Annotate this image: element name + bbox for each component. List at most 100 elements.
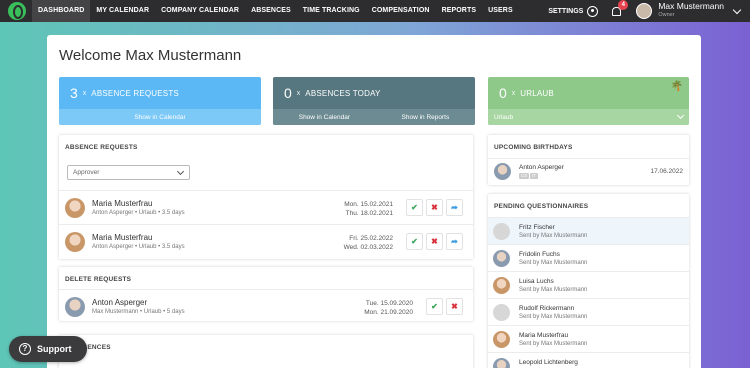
- gear-icon: [587, 5, 599, 17]
- card-title: 'S ABSENCES: [65, 344, 111, 351]
- date-range: Fri. 25.02.2022 Wed. 02.03.2022: [344, 234, 393, 252]
- sent-by: Sent by Max Mustermann: [519, 287, 588, 293]
- show-in-reports-link[interactable]: Show in Reports: [402, 114, 450, 121]
- avatar: [493, 304, 510, 321]
- palm-tree-icon: 🌴: [670, 81, 683, 92]
- tile-x: x: [82, 89, 87, 97]
- nav-users[interactable]: USERS: [482, 0, 519, 22]
- nav-dashboard[interactable]: DASHBOARD: [32, 0, 91, 22]
- tile-label: URLAUB: [520, 88, 554, 98]
- nav-absences[interactable]: ABSENCES: [245, 0, 297, 22]
- notifications-bell-icon[interactable]: 4: [610, 0, 629, 17]
- employee-name: Anton Asperger: [519, 164, 564, 171]
- show-in-calendar-link[interactable]: Show in Calendar: [134, 114, 185, 121]
- approver-select[interactable]: Approver: [67, 165, 190, 180]
- nav-my-calendar[interactable]: MY CALENDAR: [90, 0, 155, 22]
- employee-name: Maria Musterfrau: [92, 233, 153, 242]
- forward-button[interactable]: ➦: [446, 199, 463, 216]
- reject-button[interactable]: ✖: [446, 298, 463, 315]
- list-item[interactable]: Leopold Lichtenberg: [488, 352, 689, 368]
- card-title: UPCOMING BIRTHDAYS: [494, 144, 573, 151]
- tile-absence-requests: 3 x ABSENCE REQUESTS Show in Calendar: [59, 77, 261, 125]
- nav-time-tracking[interactable]: TIME TRACKING: [297, 0, 366, 22]
- settings-label: SETTINGS: [548, 7, 584, 15]
- list-item[interactable]: Fridolin Fuchs Sent by Max Mustermann: [488, 244, 689, 271]
- sent-by: Sent by Max Mustermann: [519, 233, 588, 239]
- request-details: Anton Asperger • Urlaub • 3.5 days: [92, 244, 185, 250]
- support-label: Support: [37, 344, 72, 354]
- nav-reports[interactable]: REPORTS: [436, 0, 483, 22]
- top-navbar: DASHBOARD MY CALENDAR COMPANY CALENDAR A…: [0, 0, 750, 22]
- list-item[interactable]: Anton Asperger CS IT 17.06.2022: [488, 158, 689, 184]
- nav-company-calendar[interactable]: COMPANY CALENDAR: [155, 0, 245, 22]
- approve-button[interactable]: ✔: [406, 233, 423, 250]
- avatar: [65, 232, 85, 252]
- list-item[interactable]: Fritz Fischer Sent by Max Mustermann: [488, 217, 689, 244]
- department-tag: IT: [530, 173, 538, 179]
- app-logo-icon[interactable]: [8, 2, 26, 20]
- forward-button[interactable]: ➦: [446, 233, 463, 250]
- approve-button[interactable]: ✔: [406, 199, 423, 216]
- tile-label: ABSENCE REQUESTS: [91, 88, 179, 98]
- date-to: Thu. 18.02.2021: [345, 210, 393, 217]
- dashboard-panel: Welcome Max Mustermann 3 x ABSENCE REQUE…: [47, 35, 701, 368]
- pending-questionnaires-card: PENDING QUESTIONNAIRES Fritz Fischer Sen…: [488, 194, 689, 368]
- user-menu[interactable]: Max Mustermann Owner: [658, 2, 724, 20]
- avatar: [65, 297, 85, 317]
- avatar: [494, 163, 511, 180]
- date-range: Mon. 15.02.2021 Thu. 18.02.2021: [344, 200, 393, 218]
- tile-x: x: [511, 89, 516, 97]
- employee-name: Maria Musterfrau: [92, 199, 153, 208]
- absence-type-dropdown[interactable]: Urlaub: [488, 109, 689, 125]
- tile-count: 0: [499, 85, 507, 101]
- upcoming-birthdays-card: UPCOMING BIRTHDAYS Anton Asperger CS IT …: [488, 135, 689, 185]
- reject-button[interactable]: ✖: [426, 233, 443, 250]
- avatar: [493, 358, 510, 368]
- department-tag: CS: [519, 173, 530, 179]
- date-from: Mon. 15.02.2021: [344, 201, 393, 208]
- list-item[interactable]: Luisa Luchs Sent by Max Mustermann: [488, 271, 689, 298]
- date-from: Fri. 25.02.2022: [349, 235, 393, 242]
- date-to: Wed. 02.03.2022: [343, 244, 393, 251]
- sent-by: Sent by Max Mustermann: [519, 260, 588, 266]
- approve-button[interactable]: ✔: [426, 298, 443, 315]
- avatar: [493, 331, 510, 348]
- user-avatar[interactable]: [636, 3, 653, 19]
- user-role: Owner: [658, 12, 675, 18]
- birthday-date: 17.06.2022: [650, 168, 683, 175]
- notification-badge: 4: [618, 0, 629, 10]
- support-button[interactable]: ? Support: [9, 336, 87, 362]
- settings-button[interactable]: SETTINGS: [548, 5, 599, 17]
- tile-absences-today: 0 x ABSENCES TODAY Show in Calendar Show…: [273, 77, 475, 125]
- reject-button[interactable]: ✖: [426, 199, 443, 216]
- sent-by: Sent by Max Mustermann: [519, 314, 588, 320]
- user-name: Max Mustermann: [658, 1, 724, 11]
- help-icon: ?: [19, 343, 31, 355]
- chevron-down-icon[interactable]: [732, 5, 742, 14]
- table-row[interactable]: Maria Musterfrau Anton Asperger • Urlaub…: [59, 190, 473, 224]
- show-in-calendar-link[interactable]: Show in Calendar: [299, 114, 350, 121]
- tile-count: 3: [70, 85, 78, 101]
- nav-compensation[interactable]: COMPENSATION: [366, 0, 436, 22]
- avatar: [493, 250, 510, 267]
- employee-name: Rudolf Rickermann: [519, 305, 575, 312]
- tile-count: 0: [284, 85, 292, 101]
- avatar: [493, 277, 510, 294]
- table-row[interactable]: Maria Musterfrau Anton Asperger • Urlaub…: [59, 224, 473, 258]
- sent-by: Sent by Max Mustermann: [519, 341, 588, 347]
- avatar: [65, 198, 85, 218]
- chevron-down-icon: [676, 111, 685, 120]
- request-details: Anton Asperger • Urlaub • 3.5 days: [92, 210, 185, 216]
- todays-absences-card: 'S ABSENCES: [59, 335, 473, 368]
- delete-requests-card: DELETE REQUESTS Anton Asperger Max Muste…: [59, 267, 473, 321]
- table-row[interactable]: Anton Asperger Max Mustermann • Urlaub •…: [59, 289, 473, 323]
- employee-name: Maria Musterfrau: [519, 332, 569, 339]
- list-item[interactable]: Rudolf Rickermann Sent by Max Mustermann: [488, 298, 689, 325]
- list-item[interactable]: Maria Musterfrau Sent by Max Mustermann: [488, 325, 689, 352]
- chevron-down-icon: [176, 167, 185, 176]
- tile-label: ABSENCES TODAY: [305, 88, 381, 98]
- absence-requests-card: ABSENCE REQUESTS Approver Maria Musterfr…: [59, 135, 473, 259]
- employee-name: Luisa Luchs: [519, 278, 554, 285]
- request-details: Max Mustermann • Urlaub • 5 days: [92, 309, 185, 315]
- employee-name: Anton Asperger: [92, 298, 148, 307]
